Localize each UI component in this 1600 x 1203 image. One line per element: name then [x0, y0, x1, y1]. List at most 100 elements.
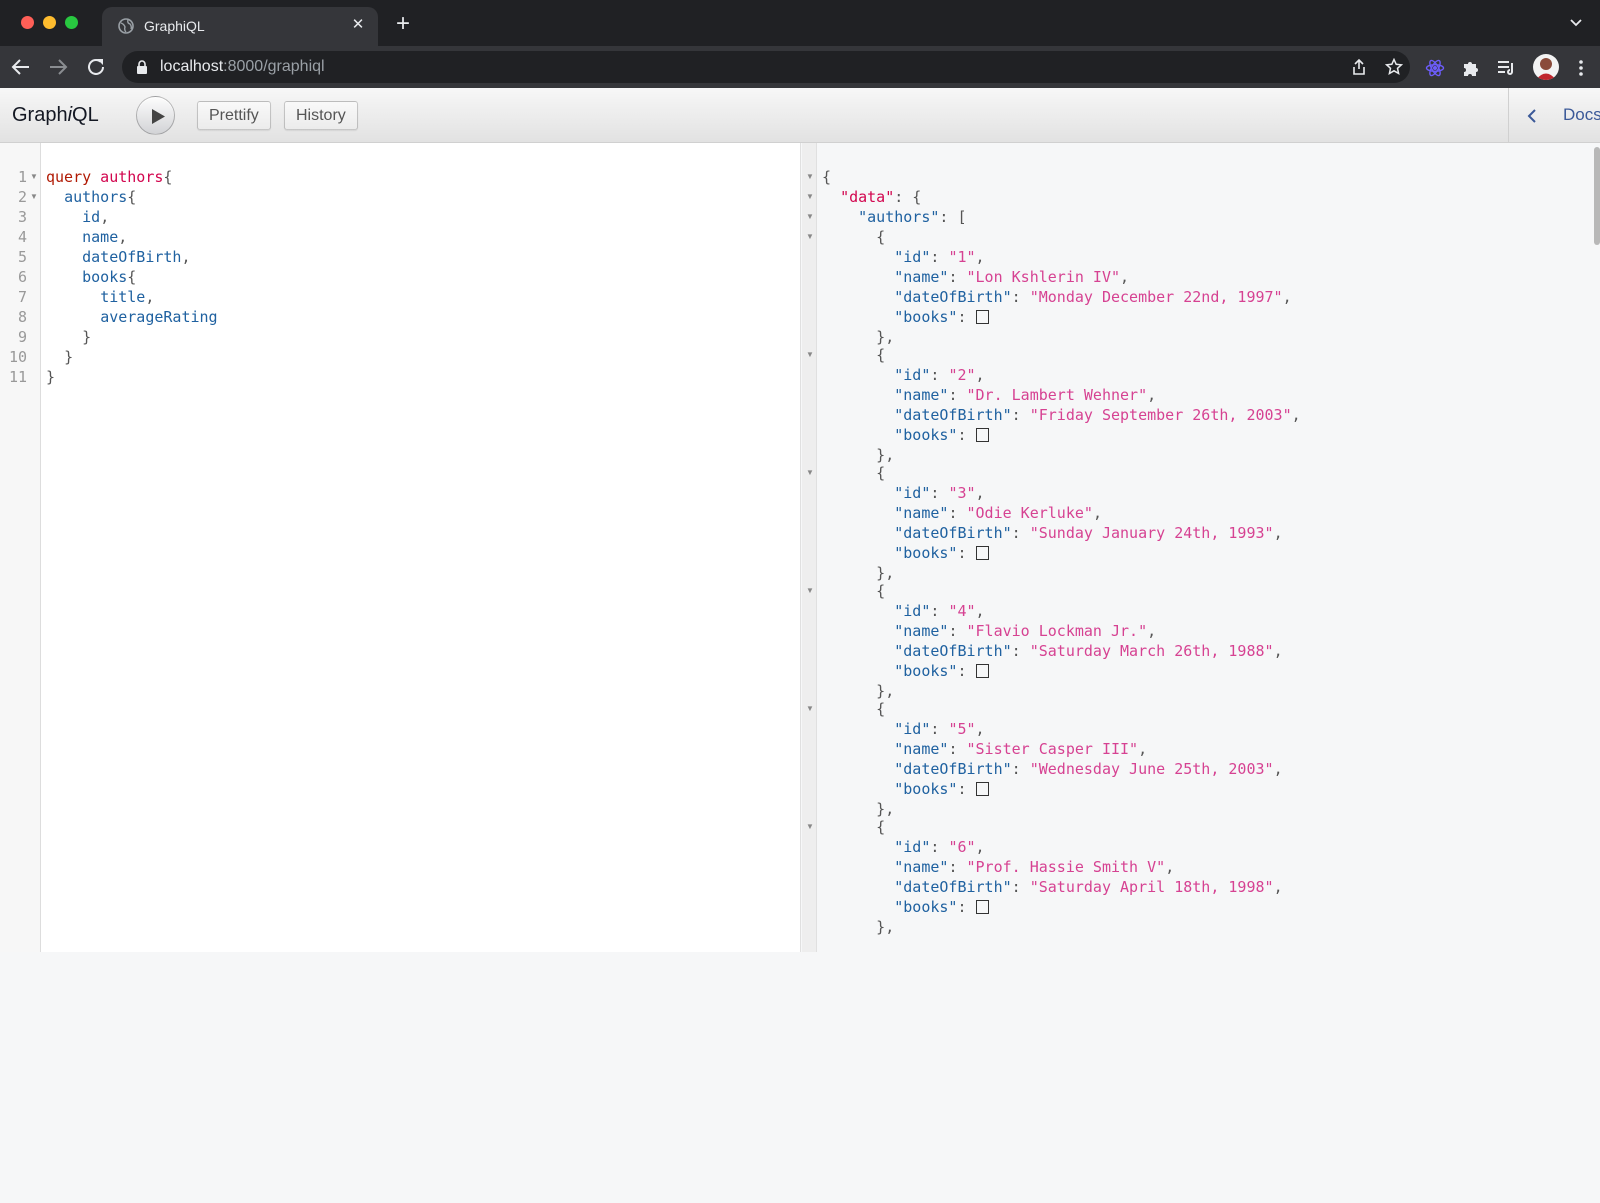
share-icon[interactable] [1350, 58, 1368, 76]
docs-explorer-toggle[interactable]: Docs [1508, 88, 1600, 142]
browser-toolbar: localhost:8000/graphiql [0, 46, 1600, 88]
code-line: } [82, 328, 92, 346]
tab-title: GraphiQL [144, 18, 205, 34]
fold-arrow-icon[interactable]: ▼ [806, 817, 814, 837]
code-line: } [46, 368, 56, 386]
line-number: 5 [17, 248, 27, 266]
json-line: }, [822, 328, 895, 346]
json-line: "id": "5", [894, 720, 985, 738]
arrow-right-icon[interactable] [46, 55, 70, 79]
line-number-gutter: 1 2 3 4 5 6 7 8 9 10 11 ▼ ▼ [0, 143, 41, 952]
fold-arrow-icon[interactable]: ▼ [806, 207, 814, 227]
fold-arrow-icon[interactable]: ▼ [806, 463, 814, 483]
code-line: authors{ [64, 188, 137, 206]
line-number: 6 [17, 268, 27, 286]
graphiql-topbar: GraphiQL Prettify History Docs [0, 88, 1600, 143]
json-line: "id": "3", [894, 484, 985, 502]
line-number: 7 [17, 288, 27, 306]
new-tab-button[interactable]: + [392, 12, 414, 36]
arrow-left-icon[interactable] [9, 55, 33, 79]
fold-arrow-icon[interactable]: ▼ [806, 227, 814, 247]
json-line: "books": [822, 307, 989, 327]
json-line: "books": [822, 425, 989, 445]
code-line: dateOfBirth, [82, 248, 191, 266]
browser-tab-strip: GraphiQL ✕ + [0, 0, 1600, 46]
title-suffix: QL [72, 104, 99, 126]
json-line: "id": "4", [894, 602, 985, 620]
json-line: "books": [822, 897, 989, 917]
url-host: localhost [160, 58, 224, 75]
fold-arrow-icon[interactable]: ▼ [806, 699, 814, 719]
code-line: books{ [82, 268, 137, 286]
json-line: "dateOfBirth": "Sunday January 24th, 199… [894, 524, 1283, 542]
json-line: "data": { [840, 188, 922, 206]
kebab-menu-icon[interactable] [1571, 58, 1591, 78]
json-line: "id": "2", [894, 366, 985, 384]
json-line: }, [822, 682, 895, 700]
json-line: { [822, 582, 886, 600]
json-line: "name": "Lon Kshlerin IV", [894, 268, 1130, 286]
scrollbar-thumb[interactable] [1594, 147, 1600, 245]
line-number: 8 [17, 308, 27, 326]
close-tab-icon[interactable]: ✕ [348, 15, 368, 35]
json-line: "dateOfBirth": "Saturday April 18th, 199… [894, 878, 1283, 896]
line-number: 1 [17, 168, 27, 186]
empty-array-icon [975, 546, 989, 560]
url-text: localhost:8000/graphiql [160, 58, 325, 76]
fold-arrow-icon[interactable]: ▼ [30, 167, 38, 187]
json-line: }, [822, 800, 895, 818]
empty-array-icon [975, 664, 989, 678]
window-minimize-button[interactable] [43, 16, 56, 29]
atom-icon[interactable] [1425, 58, 1445, 78]
puzzle-icon[interactable] [1461, 58, 1481, 78]
json-line: }, [822, 918, 895, 936]
json-line: "books": [822, 779, 989, 799]
json-line: { [822, 700, 886, 718]
query-editor[interactable]: 1 2 3 4 5 6 7 8 9 10 11 ▼ ▼ query author… [0, 143, 801, 952]
json-line: }, [822, 446, 895, 464]
code-line: averageRating [100, 308, 218, 326]
reload-icon[interactable] [84, 55, 108, 79]
json-line: { [822, 168, 832, 186]
avatar[interactable] [1533, 54, 1559, 80]
history-button[interactable]: History [284, 101, 358, 130]
graphiql-title: GraphiQL [12, 104, 99, 127]
code-line: name, [82, 228, 128, 246]
window-close-button[interactable] [21, 16, 34, 29]
json-line: "name": "Prof. Hassie Smith V", [894, 858, 1175, 876]
json-line: "books": [822, 543, 989, 563]
result-fold-gutter: ▼ ▼ ▼ ▼ ▼ ▼ ▼ ▼ ▼ [802, 143, 817, 952]
chevron-down-icon[interactable] [1568, 16, 1584, 30]
fold-arrow-icon[interactable]: ▼ [30, 187, 38, 207]
result-viewer[interactable]: ▼ ▼ ▼ ▼ ▼ ▼ ▼ ▼ ▼ { "data": { "authors":… [802, 143, 1600, 952]
json-line: { [822, 346, 886, 364]
query-code[interactable]: query authors{ authors{ id, name, dateOf… [0, 143, 800, 403]
result-scrollbar[interactable] [1592, 143, 1600, 952]
line-number: 3 [17, 208, 27, 226]
json-line: "id": "6", [894, 838, 985, 856]
json-line: "authors": [ [858, 208, 967, 226]
json-line: { [822, 818, 886, 836]
fold-arrow-icon[interactable]: ▼ [806, 581, 814, 601]
lock-icon[interactable] [135, 59, 149, 75]
execute-query-button[interactable] [136, 96, 175, 135]
line-number: 11 [8, 368, 27, 386]
code-line: title, [100, 288, 155, 306]
json-line: "dateOfBirth": "Friday September 26th, 2… [894, 406, 1301, 424]
browser-tab-graphiql[interactable]: GraphiQL ✕ [102, 7, 378, 46]
prettify-button[interactable]: Prettify [197, 101, 271, 130]
fold-arrow-icon[interactable]: ▼ [806, 187, 814, 207]
play-icon [152, 109, 165, 124]
line-number: 10 [8, 348, 27, 366]
fold-arrow-icon[interactable]: ▼ [806, 167, 814, 187]
json-line: { [822, 228, 886, 246]
star-icon[interactable] [1385, 58, 1403, 76]
result-json: { "data": { "authors": [ { "id": "1", "n… [802, 143, 1600, 1203]
fold-arrow-icon[interactable]: ▼ [806, 345, 814, 365]
playlist-icon[interactable] [1496, 58, 1516, 78]
window-zoom-button[interactable] [65, 16, 78, 29]
line-number: 9 [17, 328, 27, 346]
chevron-left-icon [1527, 109, 1536, 123]
empty-array-icon [975, 900, 989, 914]
address-bar[interactable]: localhost:8000/graphiql [122, 51, 1410, 83]
